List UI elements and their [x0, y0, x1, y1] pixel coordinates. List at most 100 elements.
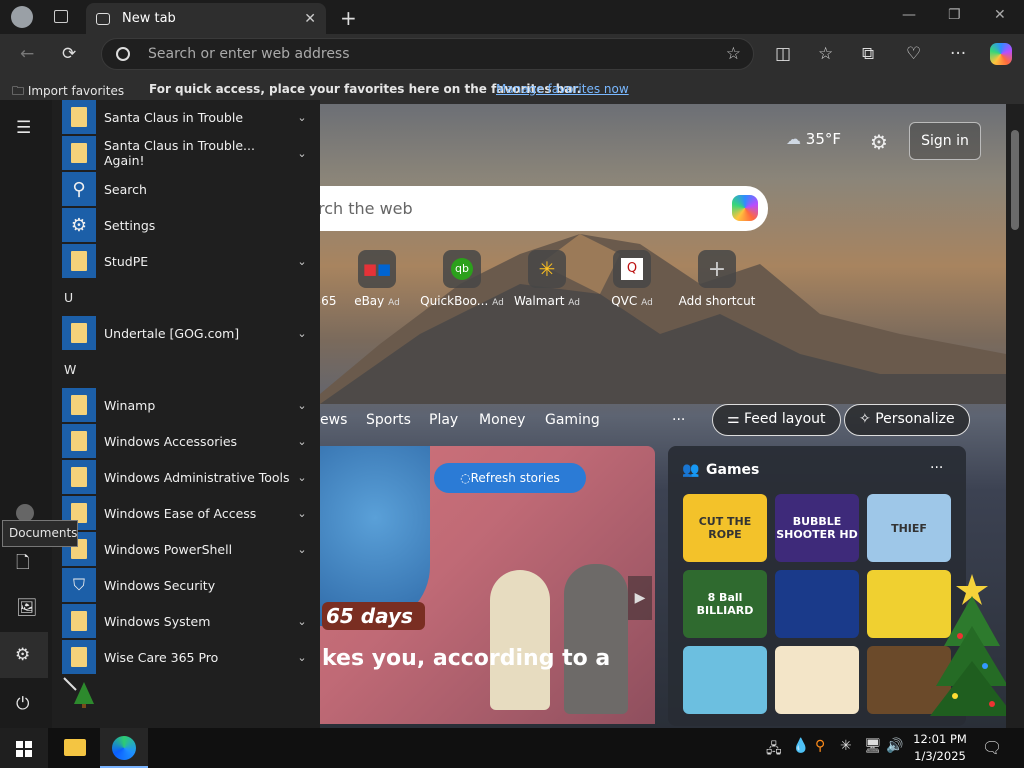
start-app-studpe[interactable]: StudPE ⌄	[62, 244, 312, 278]
chevron-down-icon[interactable]: ⌄	[292, 111, 312, 124]
start-app-windows-ease-of-access[interactable]: Windows Ease of Access ⌄	[62, 496, 312, 530]
tray-bluetooth-icon[interactable]: ✳	[840, 738, 852, 754]
chevron-down-icon[interactable]: ⌄	[292, 651, 312, 664]
start-app-label: Winamp	[104, 397, 156, 413]
copilot-search-icon[interactable]	[732, 195, 758, 221]
pictures-icon[interactable]: 🖼	[16, 598, 38, 618]
volume-icon[interactable]: 🔊	[886, 738, 903, 754]
chevron-down-icon[interactable]: ⌄	[292, 507, 312, 520]
tray-search-icon[interactable]: ⚲	[815, 738, 825, 754]
tab-play[interactable]: Play	[429, 412, 458, 428]
minimize-icon[interactable]: —	[902, 7, 916, 23]
start-app-label: Undertale [GOG.com]	[104, 325, 240, 341]
start-app-settings[interactable]: ⚙ Settings	[62, 208, 312, 242]
web-search-box[interactable]: rch the web	[290, 186, 768, 231]
tray-drop-icon[interactable]: 💧	[792, 738, 809, 754]
start-app-windows-accessories[interactable]: Windows Accessories ⌄	[62, 424, 312, 458]
start-letter-header[interactable]: U	[64, 290, 73, 305]
power-icon[interactable]: ⏻	[16, 694, 29, 714]
shortcut-qvc[interactable]: Q QVC Ad	[589, 250, 675, 308]
restore-icon[interactable]: ❐	[948, 7, 961, 23]
favorite-star-icon[interactable]: ☆	[726, 44, 741, 64]
feed-more-icon[interactable]: ···	[672, 412, 685, 428]
start-letter-header[interactable]: W	[64, 362, 76, 377]
taskbar: 🖧 💧 ⚲ ✳ 🖥 🔊 12:01 PM 1/3/2025 🗨	[0, 728, 1024, 768]
tab-news[interactable]: ews	[320, 412, 347, 428]
address-bar[interactable]: Search or enter web address ☆	[101, 38, 754, 70]
address-placeholder: Search or enter web address	[148, 46, 350, 62]
shortcut-add[interactable]: + Add shortcut	[674, 250, 760, 308]
game-tile-moto[interactable]	[683, 646, 767, 714]
tab-actions-icon[interactable]	[54, 10, 68, 23]
chevron-down-icon[interactable]: ⌄	[292, 399, 312, 412]
browser-essentials-icon[interactable]: ♡	[906, 44, 921, 64]
start-app-santa-claus-in-trouble-again[interactable]: Santa Claus in Trouble... Again! ⌄	[62, 136, 312, 170]
tab-gaming[interactable]: Gaming	[545, 412, 600, 428]
scrollbar-thumb[interactable]	[1011, 130, 1019, 230]
chevron-down-icon[interactable]: ⌄	[292, 471, 312, 484]
network-icon[interactable]: 🖥	[864, 738, 882, 754]
start-app-wise-care-365-pro[interactable]: Wise Care 365 Pro ⌄	[62, 640, 312, 674]
game-tile-thief[interactable]: THIEF	[867, 494, 951, 562]
chevron-down-icon[interactable]: ⌄	[292, 327, 312, 340]
favorites-icon[interactable]: ☆	[818, 44, 833, 64]
more-menu-icon[interactable]: ···	[950, 44, 966, 64]
hero-headline[interactable]: kes you, according to a	[322, 646, 610, 671]
start-app-undertale-gog-com[interactable]: Undertale [GOG.com] ⌄	[62, 316, 312, 350]
chevron-down-icon[interactable]: ⌄	[292, 255, 312, 268]
collections-icon[interactable]: ⧉	[862, 44, 874, 64]
new-tab-button[interactable]: +	[340, 6, 357, 30]
game-tile-block-puzzle[interactable]	[775, 570, 859, 638]
start-app-windows-administrative-tools[interactable]: Windows Administrative Tools ⌄	[62, 460, 312, 494]
personalize-button[interactable]: ✧ Personalize	[844, 404, 970, 436]
start-button[interactable]	[0, 728, 48, 768]
settings-rail-button[interactable]: ⚙	[0, 632, 48, 678]
shortcut-walmart[interactable]: ✳ Walmart Ad	[504, 250, 590, 308]
chevron-down-icon[interactable]: ⌄	[292, 543, 312, 556]
close-tab-icon[interactable]: ✕	[304, 11, 316, 27]
feed-layout-button[interactable]: ⚌ Feed layout	[712, 404, 841, 436]
game-tile-cat[interactable]	[775, 646, 859, 714]
chevron-down-icon[interactable]: ⌄	[292, 615, 312, 628]
tab-money[interactable]: Money	[479, 412, 525, 428]
hamburger-menu-icon[interactable]: ☰	[16, 118, 31, 138]
profile-avatar-icon[interactable]	[11, 6, 33, 28]
sign-in-button[interactable]: Sign in	[909, 122, 981, 160]
taskbar-clock[interactable]: 12:01 PM 1/3/2025	[912, 731, 968, 765]
split-screen-icon[interactable]: ◫	[775, 44, 791, 64]
import-folder-icon: 🗀	[12, 84, 28, 98]
start-app-windows-system[interactable]: Windows System ⌄	[62, 604, 312, 638]
chevron-down-icon[interactable]: ⌄	[292, 147, 312, 160]
start-app-santa-claus-in-trouble[interactable]: Santa Claus in Trouble ⌄	[62, 100, 312, 134]
shortcut-ebay[interactable]: ■ ■ eBay Ad	[334, 250, 420, 308]
start-app-windows-security[interactable]: ⛉ Windows Security	[62, 568, 312, 602]
refresh-icon[interactable]: ⟳	[62, 44, 76, 64]
game-tile-8-ball-billiard[interactable]: 8 Ball BILLIARD	[683, 570, 767, 638]
quickbooks-icon: qb	[443, 250, 481, 288]
start-app-windows-powershell[interactable]: Windows PowerShell ⌄	[62, 532, 312, 566]
copilot-icon[interactable]	[990, 43, 1012, 65]
close-window-icon[interactable]: ✕	[994, 7, 1006, 23]
weather-widget[interactable]: ☁ 35°F	[786, 130, 841, 148]
folder-icon	[62, 316, 96, 350]
manage-favorites-link[interactable]: Manage favorites now	[496, 82, 629, 96]
tab-new-tab[interactable]: New tab ✕	[86, 3, 326, 34]
tray-app-icon[interactable]: 🖧	[766, 738, 782, 762]
games-more-icon[interactable]: ···	[930, 460, 943, 476]
notifications-icon[interactable]: 🗨	[982, 738, 1002, 757]
back-arrow-icon[interactable]: ←	[20, 44, 34, 64]
next-story-arrow-icon[interactable]: ▶	[628, 576, 652, 620]
file-explorer-icon[interactable]	[64, 739, 86, 756]
edge-taskbar-button[interactable]	[100, 728, 148, 768]
chevron-down-icon[interactable]: ⌄	[292, 435, 312, 448]
tab-sports[interactable]: Sports	[366, 412, 411, 428]
page-settings-gear-icon[interactable]: ⚙	[870, 130, 888, 154]
game-tile-bubble-shooter[interactable]: BUBBLE SHOOTER HD	[775, 494, 859, 562]
start-app-search[interactable]: ⚲ Search	[62, 172, 312, 206]
documents-icon[interactable]: 🗋	[16, 550, 30, 579]
page-scrollbar[interactable]	[1006, 104, 1024, 728]
game-tile-cut-the-rope[interactable]: CUT THE ROPE	[683, 494, 767, 562]
start-app-winamp[interactable]: Winamp ⌄	[62, 388, 312, 422]
refresh-stories-button[interactable]: ◌ Refresh stories	[434, 463, 586, 493]
shortcut-quickbooks[interactable]: qb QuickBoo... Ad	[419, 250, 505, 308]
